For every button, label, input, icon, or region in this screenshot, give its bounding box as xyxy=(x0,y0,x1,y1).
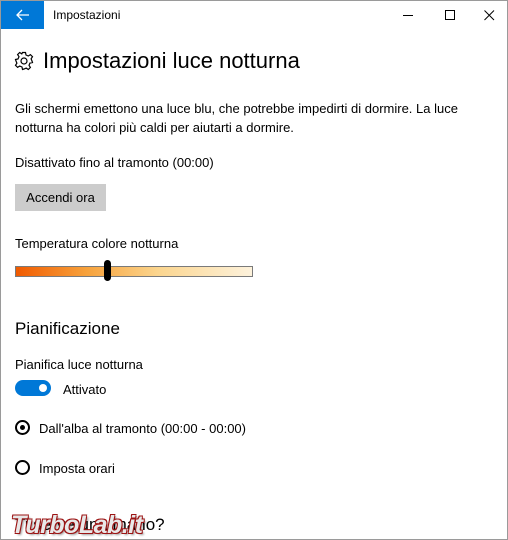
maximize-icon xyxy=(444,9,455,20)
toggle-knob xyxy=(39,384,47,392)
radio-selected-dot xyxy=(20,425,25,430)
schedule-toggle-label: Pianifica luce notturna xyxy=(15,357,143,372)
description-text: Gli schermi emettono una luce blu, che p… xyxy=(15,101,458,135)
page-header: Impostazioni luce notturna xyxy=(14,48,300,74)
window-title: Impostazioni xyxy=(53,8,121,22)
page-title: Impostazioni luce notturna xyxy=(43,48,300,73)
radio-set-hours-label[interactable]: Imposta orari xyxy=(39,461,115,476)
minimize-icon xyxy=(402,14,413,16)
toggle-state-label: Attivato xyxy=(63,382,107,397)
radio-set-hours[interactable] xyxy=(15,460,30,475)
watermark-area: Ti serve una mano? TurboLab.it xyxy=(1,509,507,539)
arrow-left-icon xyxy=(15,9,29,21)
schedule-toggle[interactable] xyxy=(15,380,51,396)
gear-icon xyxy=(14,51,34,71)
back-button[interactable] xyxy=(1,1,44,29)
color-temperature-label: Temperatura colore notturna xyxy=(15,236,179,251)
close-button[interactable] xyxy=(467,1,507,29)
watermark-logo: TurboLab.it xyxy=(11,511,143,539)
radio-sunset-to-sunrise-label[interactable]: Dall'alba al tramonto (00:00 - 00:00) xyxy=(39,421,246,436)
close-icon xyxy=(483,9,494,20)
radio-sunset-to-sunrise[interactable] xyxy=(15,420,30,435)
settings-window: Impostazioni Impostazioni luce notturna … xyxy=(0,0,508,540)
title-bar: Impostazioni xyxy=(1,1,507,29)
slider-thumb[interactable] xyxy=(104,260,112,281)
status-text: Disattivato fino al tramonto (00:00) xyxy=(15,155,214,170)
maximize-button[interactable] xyxy=(428,1,472,29)
schedule-section-title: Pianificazione xyxy=(15,319,120,338)
turn-on-now-button[interactable]: Accendi ora xyxy=(15,184,106,211)
minimize-button[interactable] xyxy=(386,1,430,29)
color-temperature-slider[interactable] xyxy=(15,266,253,277)
